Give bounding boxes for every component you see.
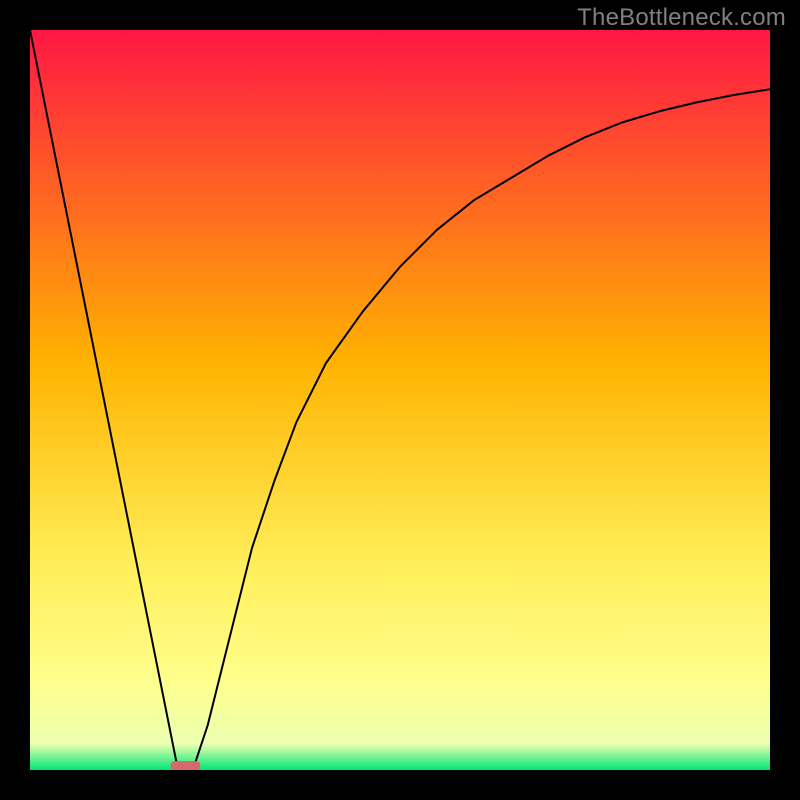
watermark-text: TheBottleneck.com [577,4,786,32]
minimum-marker [171,761,201,770]
plot-svg [30,30,770,770]
plot-area [30,30,770,770]
chart-frame: TheBottleneck.com [0,0,800,800]
gradient-background [30,30,770,770]
